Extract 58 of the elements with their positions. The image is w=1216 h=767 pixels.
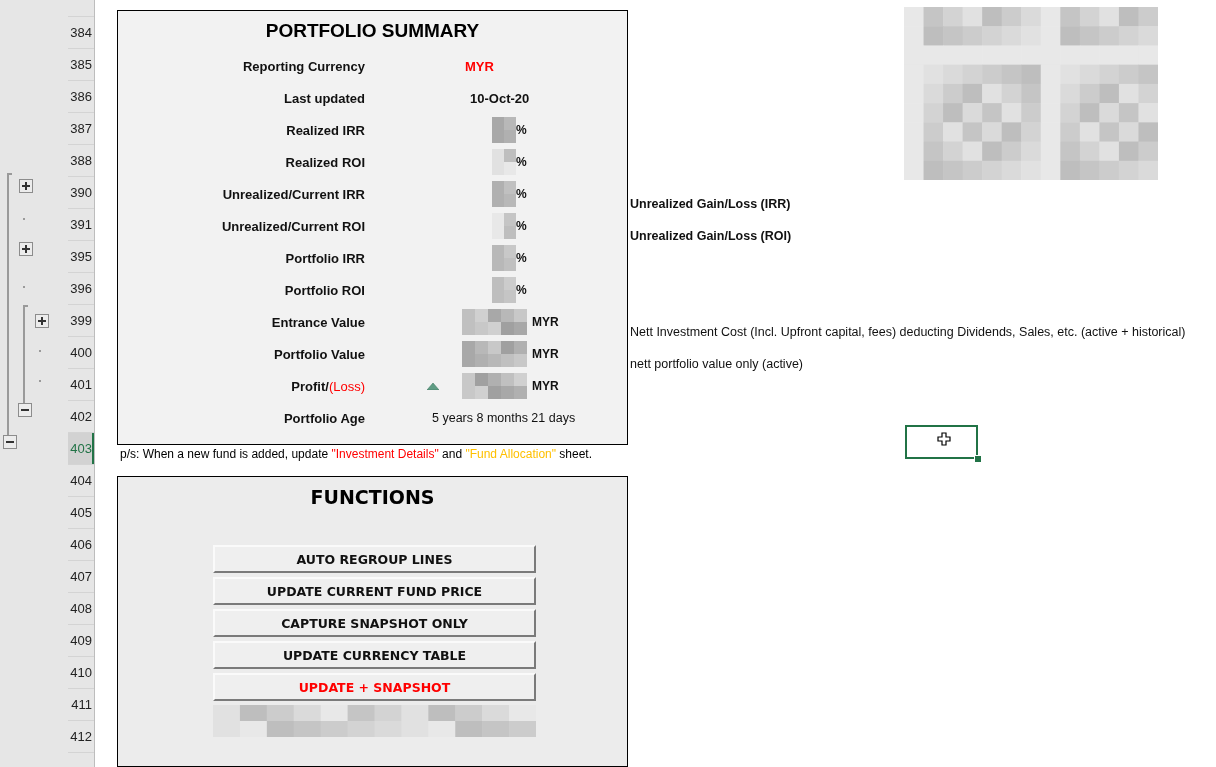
note-text: Unrealized Gain/Loss (IRR) xyxy=(630,197,791,211)
unit-text: MYR xyxy=(532,379,559,393)
pixelated-block xyxy=(492,117,516,143)
unit-text: % xyxy=(516,155,527,169)
value-text: 10-Oct-20 xyxy=(470,90,530,106)
expand-button[interactable] xyxy=(35,314,49,328)
unit-text: % xyxy=(516,123,527,137)
selected-cell[interactable] xyxy=(905,425,978,459)
macro-button[interactable]: AUTO REGROUP LINES xyxy=(213,545,536,573)
plus-icon xyxy=(38,317,46,325)
field-label: Profit/(Loss) xyxy=(290,378,365,394)
field-label: Portfolio IRR xyxy=(284,250,365,266)
macro-button[interactable]: CAPTURE SNAPSHOT ONLY xyxy=(213,609,536,637)
minus-icon xyxy=(6,438,14,446)
expand-button[interactable] xyxy=(19,179,33,193)
field-label: Last updated xyxy=(283,90,365,106)
cross-cursor-icon xyxy=(937,432,951,446)
field-label: Portfolio ROI xyxy=(283,282,365,298)
unit-text: MYR xyxy=(532,315,559,329)
panel-title: FUNCTIONS xyxy=(310,485,435,508)
pixelated-block xyxy=(462,309,527,335)
field-label: Realized ROI xyxy=(284,154,365,170)
expand-button[interactable] xyxy=(19,242,33,256)
panel-title: PORTFOLIO SUMMARY xyxy=(265,19,480,42)
note-text: nett portfolio value only (active) xyxy=(630,357,803,371)
unit-text: % xyxy=(516,251,527,265)
macro-button[interactable]: UPDATE CURRENT FUND PRICE xyxy=(213,577,536,605)
macro-button[interactable]: UPDATE CURRENCY TABLE xyxy=(213,641,536,669)
pixelated-block xyxy=(462,341,527,367)
field-label: Reporting Currency xyxy=(241,58,365,74)
row-header[interactable]: 403 xyxy=(68,433,94,465)
unit-text: % xyxy=(516,283,527,297)
value-text: 5 years 8 months 21 days xyxy=(432,411,576,425)
unit-text: % xyxy=(516,219,527,233)
pixelated-block xyxy=(492,149,516,175)
field-label: Unrealized/Current ROI xyxy=(220,218,365,234)
pixelated-block xyxy=(492,181,516,207)
plus-icon xyxy=(22,182,30,190)
pixelated-block xyxy=(492,213,516,239)
field-label: Unrealized/Current IRR xyxy=(221,186,365,202)
field-label: Portfolio Value xyxy=(273,346,365,362)
unit-text: % xyxy=(516,187,527,201)
footnote-text: p/s: When a new fund is added, update "Investment Details" and "Fund Allocation" sheet. xyxy=(119,446,594,462)
minus-icon xyxy=(21,406,29,414)
field-label: Realized IRR xyxy=(285,122,365,138)
fill-handle[interactable] xyxy=(974,455,982,463)
field-label: Entrance Value xyxy=(270,314,365,330)
collapse-button[interactable] xyxy=(18,403,32,417)
collapse-button[interactable] xyxy=(3,435,17,449)
pixelated-block xyxy=(492,277,516,303)
unit-text: MYR xyxy=(532,347,559,361)
note-text: Unrealized Gain/Loss (ROI) xyxy=(630,229,792,243)
pixelated-block xyxy=(492,245,516,271)
pixelated-block xyxy=(462,373,527,399)
field-label: Portfolio Age xyxy=(282,410,365,426)
plus-icon xyxy=(22,245,30,253)
value-text: MYR xyxy=(465,58,494,74)
note-text: Nett Investment Cost (Incl. Upfront capital, fees) deducting Dividends, Sales, etc. (active + historical) xyxy=(630,325,1186,339)
